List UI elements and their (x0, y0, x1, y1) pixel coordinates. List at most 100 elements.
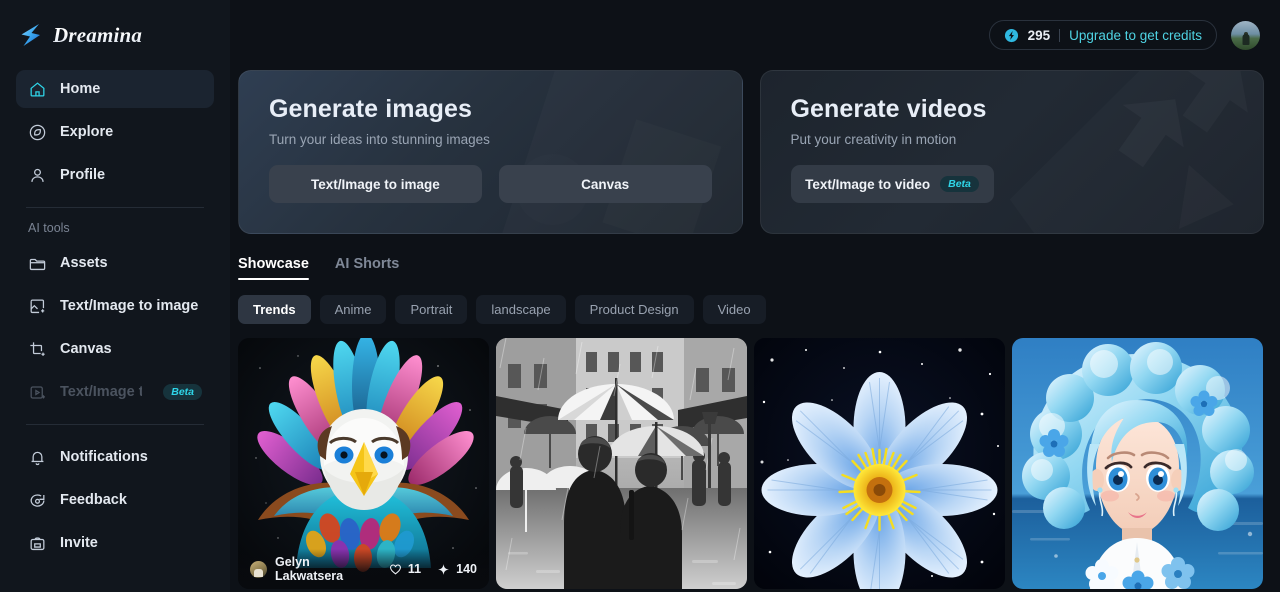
credit-count: 295 (1027, 27, 1051, 43)
topbar: 295 Upgrade to get credits (230, 0, 1280, 70)
compass-icon (28, 123, 47, 142)
text-image-to-image-button[interactable]: Text/Image to image (269, 165, 482, 203)
video-spark-icon (28, 383, 47, 402)
sidebar-item-assets[interactable]: Assets (16, 244, 214, 282)
sidebar-footer-nav: Notifications Feedback Invite (16, 438, 214, 562)
sidebar-item-invite[interactable]: Invite (16, 524, 214, 562)
chip-label: landscape (491, 302, 551, 317)
user-icon (28, 166, 47, 185)
sidebar: Dreamina Home Explore Profile AI tools A… (0, 0, 230, 592)
chat-icon (28, 491, 47, 510)
tab-label: Showcase (238, 256, 309, 272)
gallery-card[interactable]: Gelyn Lakwatsera 11 140 (238, 338, 489, 589)
sidebar-item-label: Invite (60, 535, 98, 551)
chip-portrait[interactable]: Portrait (395, 295, 468, 324)
chip-trends[interactable]: Trends (238, 295, 311, 324)
content-tabs: Showcase AI Shorts (230, 234, 1280, 280)
chip-label: Trends (253, 302, 296, 317)
generation-stat[interactable]: 140 (437, 562, 477, 576)
gallery-card[interactable] (1012, 338, 1263, 589)
sidebar-item-text-image-to-image[interactable]: Text/Image to image (16, 287, 214, 325)
upgrade-link[interactable]: Upgrade to get credits (1069, 28, 1202, 43)
folder-icon (28, 254, 47, 273)
gallery-card-stats: 11 140 (389, 562, 477, 576)
sparkle-icon (437, 563, 450, 576)
sidebar-item-notifications[interactable]: Notifications (16, 438, 214, 476)
avatar-figure-body (1242, 33, 1249, 45)
sidebar-item-explore[interactable]: Explore (16, 113, 214, 151)
hero-card-generate-images: Generate images Turn your ideas into stu… (238, 70, 743, 234)
sidebar-item-label: Profile (60, 167, 106, 183)
gallery-image-blue-flower-stars (754, 338, 1005, 589)
sidebar-item-label: Assets (60, 255, 108, 271)
tab-ai-shorts[interactable]: AI Shorts (335, 256, 399, 280)
sidebar-primary-nav: Home Explore Profile (16, 70, 214, 194)
gallery-card-footer: Gelyn Lakwatsera 11 140 (238, 549, 489, 589)
sidebar-item-label: Home (60, 81, 101, 97)
sidebar-divider-top (26, 207, 204, 208)
tab-label: AI Shorts (334, 256, 400, 272)
hero-card-generate-videos: Generate videos Put your creativity in m… (759, 70, 1264, 234)
credit-coin-icon (1004, 28, 1019, 43)
hero-cards: Generate images Turn your ideas into stu… (230, 70, 1280, 234)
like-stat[interactable]: 11 (389, 562, 421, 576)
chip-product-design[interactable]: Product Design (574, 295, 694, 324)
chip-video[interactable]: Video (702, 295, 766, 324)
chip-anime[interactable]: Anime (319, 295, 387, 324)
sidebar-divider-bottom (26, 424, 204, 425)
button-label: Canvas (581, 176, 630, 192)
category-filters: Trends Anime Portrait landscape Product … (230, 280, 1280, 324)
app-root: Dreamina Home Explore Profile AI tools A… (0, 0, 1280, 592)
sidebar-item-home[interactable]: Home (16, 70, 214, 108)
sidebar-item-label: Text/Image t... (60, 384, 143, 400)
gallery-image-rainy-street-bw (496, 338, 747, 589)
heart-icon (389, 563, 402, 576)
hero-title: Generate videos (790, 95, 987, 123)
invite-box-icon (28, 534, 47, 553)
button-label: Text/Image to video (805, 176, 931, 192)
beta-badge: Beta (940, 176, 979, 192)
home-icon (28, 80, 47, 99)
star-burst-logo-icon (18, 22, 44, 48)
chip-label: Product Design (589, 302, 679, 317)
pill-separator (1059, 28, 1061, 42)
canvas-button[interactable]: Canvas (498, 165, 712, 203)
credits-pill[interactable]: 295 Upgrade to get credits (988, 20, 1217, 50)
sidebar-tools-nav: Assets Text/Image to image Canvas Text/I… (16, 244, 214, 411)
brand-name: Dreamina (53, 22, 143, 47)
hero-subtitle: Turn your ideas into stunning images (269, 132, 490, 147)
gallery-card[interactable] (496, 338, 747, 589)
gallery-image-blue-hair-girl (1012, 338, 1263, 589)
sidebar-item-label: Notifications (60, 449, 148, 465)
text-image-to-video-button[interactable]: Text/Image to video Beta (790, 165, 994, 203)
tab-showcase[interactable]: Showcase (238, 256, 309, 280)
bell-icon (28, 448, 47, 467)
hero-title: Generate images (269, 95, 472, 123)
avatar[interactable] (1231, 20, 1260, 50)
button-label: Text/Image to image (310, 176, 440, 192)
author-avatar (250, 560, 267, 578)
showcase-gallery: Gelyn Lakwatsera 11 140 (230, 324, 1280, 589)
sidebar-section-label: AI tools (28, 221, 70, 235)
crop-spark-icon (28, 340, 47, 359)
generation-count: 140 (456, 562, 477, 576)
sidebar-item-label: Canvas (60, 341, 112, 357)
hero-buttons: Text/Image to video Beta (790, 165, 1234, 203)
image-spark-icon (28, 297, 47, 316)
sidebar-item-canvas[interactable]: Canvas (16, 330, 214, 368)
beta-badge: Beta (163, 384, 202, 400)
hero-buttons: Text/Image to image Canvas (269, 165, 712, 203)
sidebar-item-label: Explore (60, 124, 114, 140)
sidebar-item-feedback[interactable]: Feedback (16, 481, 214, 519)
author-name: Gelyn Lakwatsera (275, 555, 344, 583)
chip-landscape[interactable]: landscape (476, 295, 566, 324)
chip-label: Portrait (410, 302, 453, 317)
sidebar-item-label: Text/Image to image (60, 298, 199, 314)
hero-subtitle: Put your creativity in motion (790, 132, 957, 147)
sidebar-item-text-image-to-video[interactable]: Text/Image t... Beta (16, 373, 214, 411)
sidebar-item-label: Feedback (60, 492, 127, 508)
gallery-card[interactable] (754, 338, 1005, 589)
brand[interactable]: Dreamina (16, 0, 214, 70)
chip-label: Anime (334, 302, 372, 317)
sidebar-item-profile[interactable]: Profile (16, 156, 214, 194)
